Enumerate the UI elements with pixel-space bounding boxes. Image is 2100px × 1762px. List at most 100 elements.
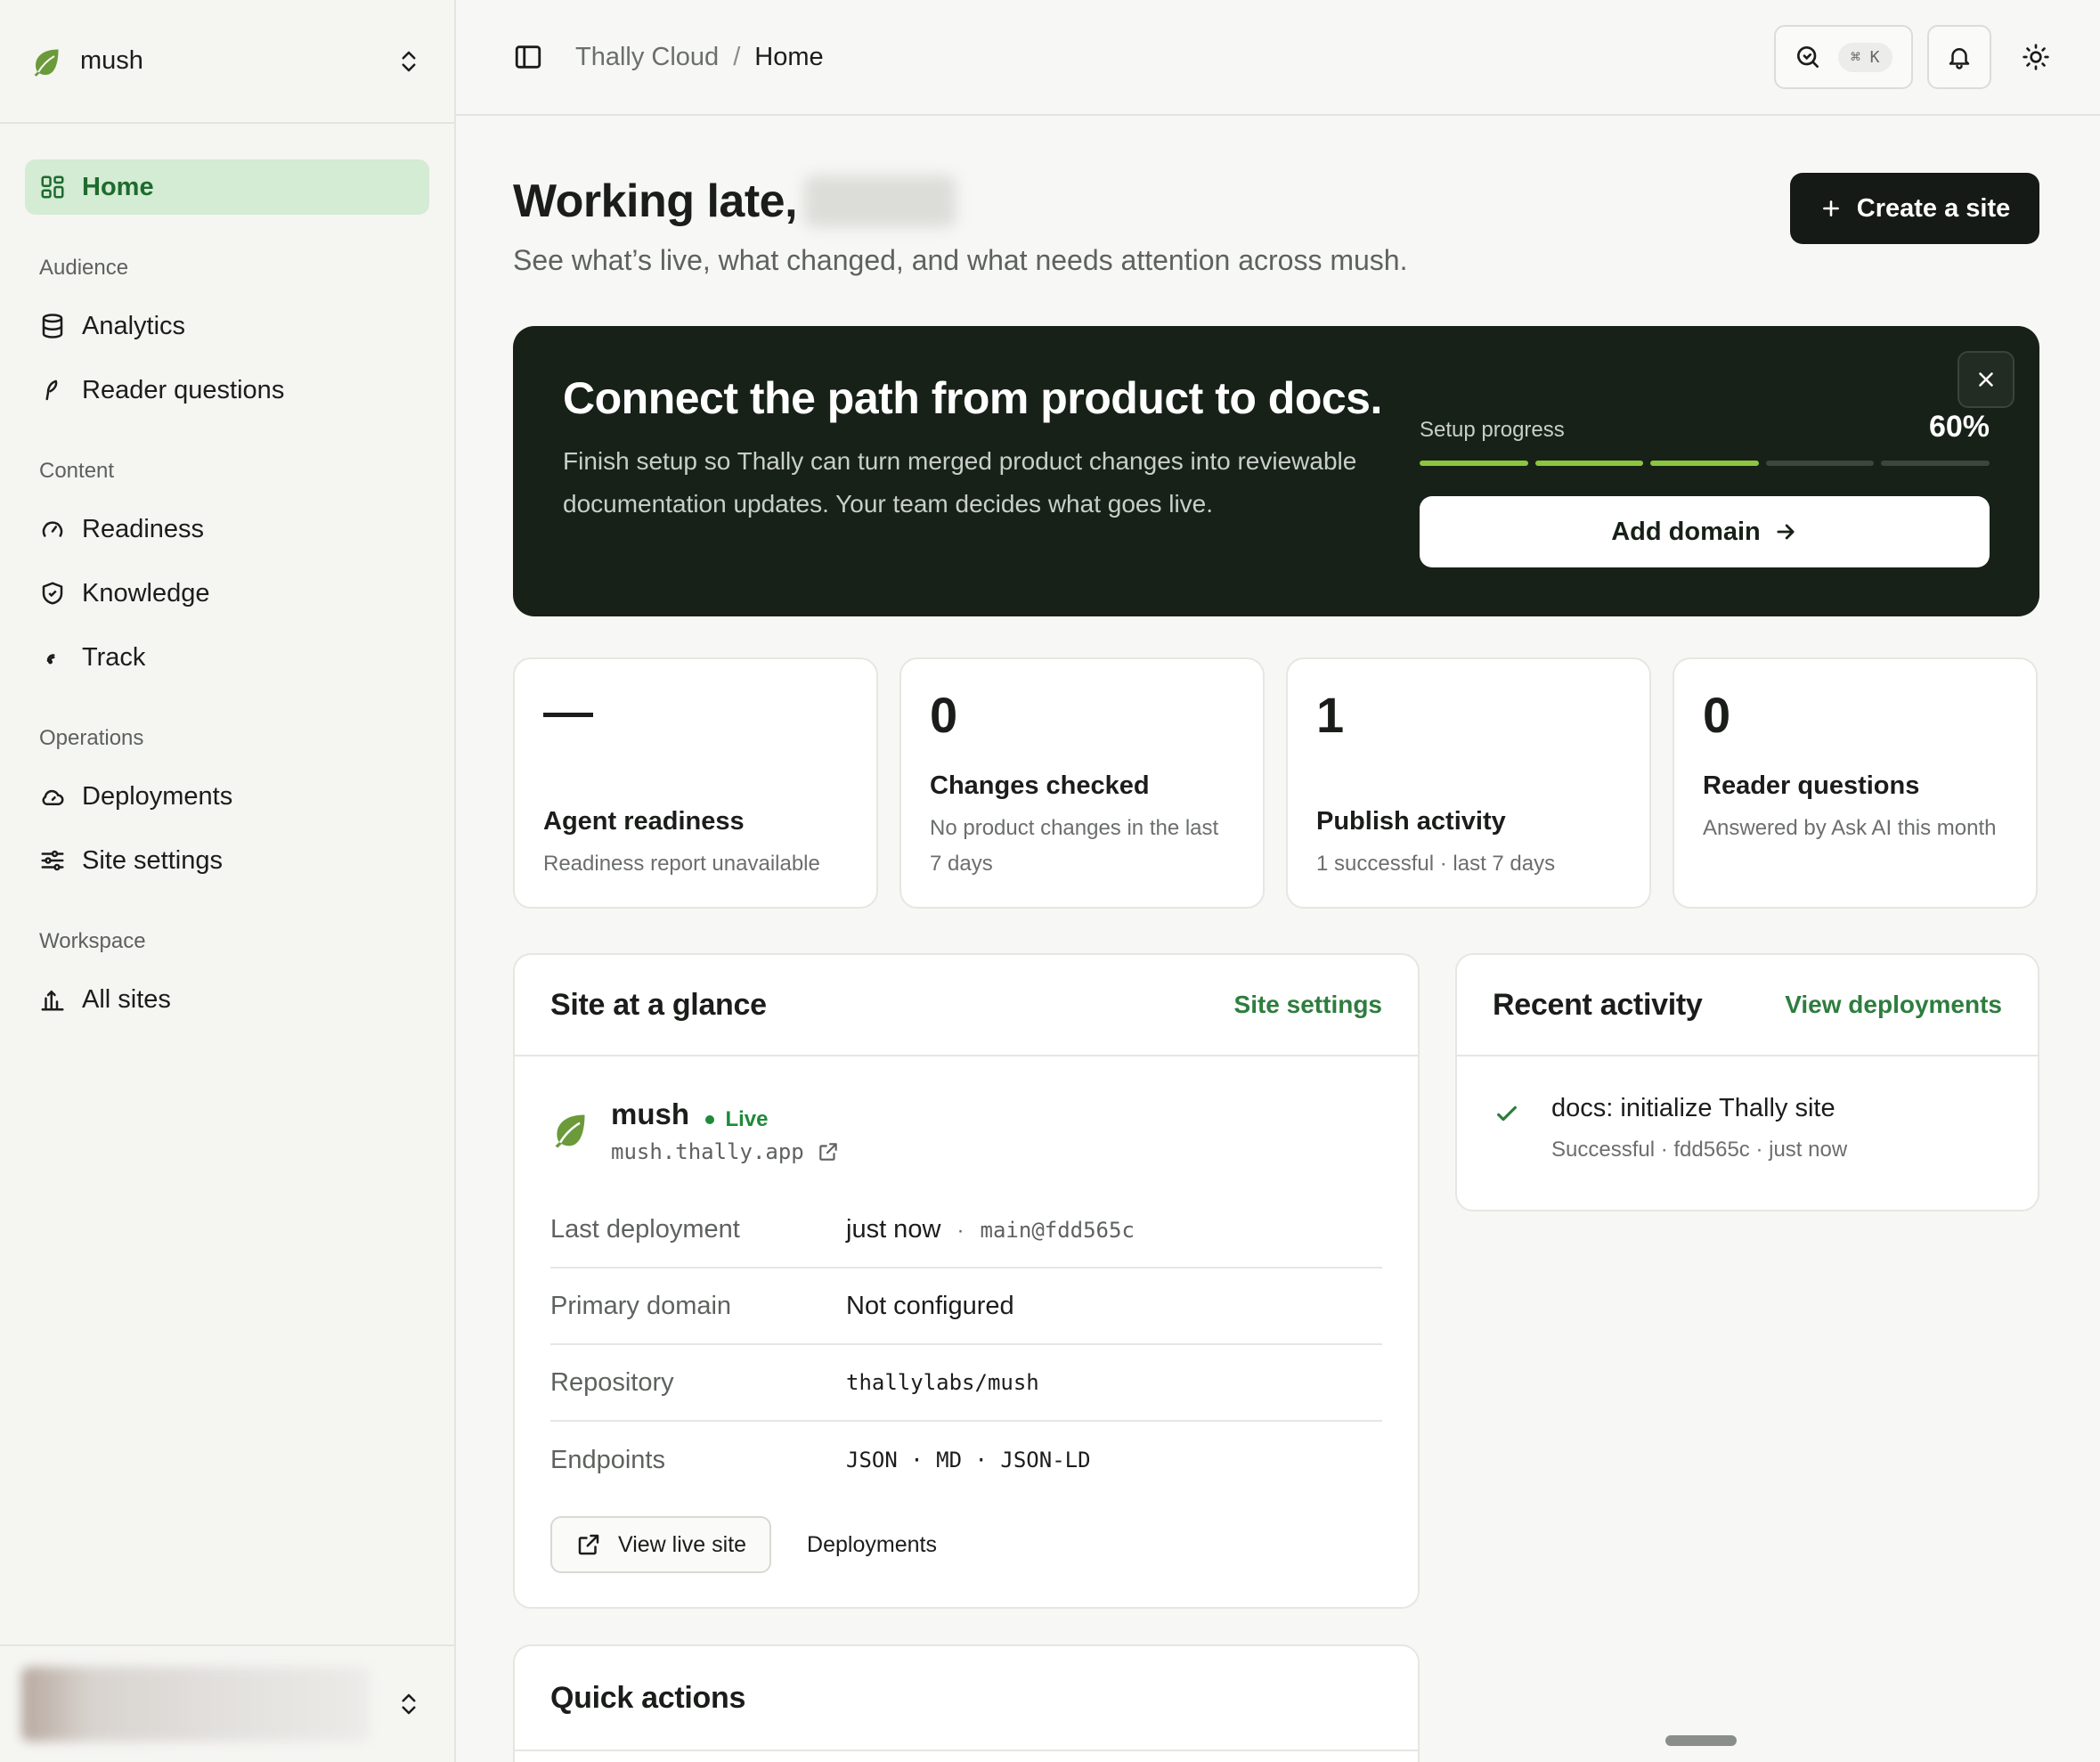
stat-card-reader-questions[interactable]: 0 Reader questions Answered by Ask AI th… xyxy=(1673,657,2038,909)
progress-segment xyxy=(1650,461,1759,466)
detail-key: Last deployment xyxy=(550,1214,740,1244)
top-bar: Thally Cloud / Home ⌘ K xyxy=(456,0,2100,116)
create-site-button[interactable]: Create a site xyxy=(1790,173,2039,244)
banner-title: Connect the path from product to docs. xyxy=(563,373,1382,423)
top-actions: ⌘ K xyxy=(1774,25,2068,89)
site-summary: mush Live mush.thally.app xyxy=(550,1097,840,1164)
detail-row-endpoints: Endpoints JSON · MD · JSON-LD xyxy=(550,1422,1382,1498)
site-at-a-glance-card: Site at a glance Site settings mush Live… xyxy=(513,953,1420,1609)
detail-value[interactable]: thallylabs/mush xyxy=(846,1370,1039,1395)
sidebar-item-label: Readiness xyxy=(82,514,205,543)
add-domain-button[interactable]: Add domain xyxy=(1420,496,1990,567)
scroll-indicator[interactable] xyxy=(1665,1735,1737,1746)
recent-activity-card: Recent activity View deployments docs: i… xyxy=(1455,953,2039,1211)
view-live-site-button[interactable]: View live site xyxy=(550,1516,772,1573)
account-switcher[interactable] xyxy=(0,1644,454,1762)
detail-key: Repository xyxy=(550,1367,674,1397)
activity-subtitle: Successful · fdd565c · just now xyxy=(1551,1138,1848,1162)
site-url-link[interactable]: mush.thally.app xyxy=(611,1139,840,1164)
avatar xyxy=(21,1667,369,1742)
sidebar-item-track[interactable]: Track xyxy=(25,630,429,685)
stat-title: Agent readiness xyxy=(543,807,745,836)
dismiss-banner-button[interactable] xyxy=(1958,351,2015,408)
cloud-gauge-icon xyxy=(42,789,64,805)
search-button[interactable]: ⌘ K xyxy=(1774,25,1913,89)
chevron-up-down-icon xyxy=(402,1693,416,1715)
page-title: Working late, xyxy=(513,175,798,227)
sidebar-item-all-sites[interactable]: All sites xyxy=(25,972,429,1027)
progress-segment xyxy=(1881,461,1990,466)
banner-body: Finish setup so Thally can turn merged p… xyxy=(563,447,1357,518)
stat-card-changes-checked[interactable]: 0 Changes checked No product changes in … xyxy=(899,657,1265,909)
sidebar-nav: Home Audience Analytics Reader questions… xyxy=(0,124,454,1027)
bar-chart-icon xyxy=(41,990,64,1011)
create-site-label: Create a site xyxy=(1856,193,2011,223)
external-link-icon xyxy=(819,1143,837,1161)
sidebar-item-knowledge[interactable]: Knowledge xyxy=(25,566,429,621)
detail-row-primary-domain: Primary domain Not configured xyxy=(550,1268,1382,1345)
check-icon xyxy=(1497,1105,1517,1122)
workspace-switcher[interactable]: mush xyxy=(0,0,454,124)
site-settings-link[interactable]: Site settings xyxy=(1234,991,1382,1019)
gauge-icon xyxy=(42,521,63,537)
stat-value: 0 xyxy=(930,687,958,743)
stat-card-agent-readiness[interactable]: Agent readiness Readiness report unavail… xyxy=(513,657,878,909)
stat-card-publish-activity[interactable]: 1 Publish activity 1 successful · last 7… xyxy=(1286,657,1651,909)
site-url: mush.thally.app xyxy=(611,1139,804,1164)
setup-progress-percent: 60% xyxy=(1928,410,1990,444)
stat-title: Changes checked xyxy=(930,771,1150,800)
section-label-content: Content xyxy=(39,459,115,483)
bell-icon xyxy=(1949,48,1970,69)
card-title: Quick actions xyxy=(550,1680,746,1715)
section-label-workspace: Workspace xyxy=(39,929,146,953)
stats-row: Agent readiness Readiness report unavail… xyxy=(513,657,2039,909)
glance-actions: View live site Deployments xyxy=(550,1516,937,1573)
view-deployments-link[interactable]: View deployments xyxy=(1785,991,2002,1019)
sidebar-item-label: Knowledge xyxy=(82,578,210,608)
theme-toggle-button[interactable] xyxy=(2004,25,2068,89)
site-name: mush xyxy=(611,1097,690,1130)
sidebar-item-label: All sites xyxy=(82,984,171,1014)
section-label-audience: Audience xyxy=(39,256,129,280)
greeting: Working late, xyxy=(513,175,956,228)
sidebar-item-deployments[interactable]: Deployments xyxy=(25,769,429,824)
close-icon xyxy=(1979,372,1993,387)
sidebar-item-reader-questions[interactable]: Reader questions xyxy=(25,363,429,418)
notifications-button[interactable] xyxy=(1927,25,1991,89)
signal-icon xyxy=(46,654,55,665)
card-title: Recent activity xyxy=(1493,987,1703,1022)
stat-empty-dash xyxy=(543,713,593,717)
sidebar-item-label: Analytics xyxy=(82,311,186,340)
card-title: Site at a glance xyxy=(550,987,767,1022)
feather-icon xyxy=(45,379,58,401)
sidebar-item-label: Site settings xyxy=(82,845,223,875)
stat-value: 0 xyxy=(1703,687,1731,743)
deployments-button[interactable]: Deployments xyxy=(807,1532,937,1558)
arrow-right-icon xyxy=(1777,524,1795,540)
dashboard-icon xyxy=(41,175,64,199)
sidebar-toggle-icon[interactable] xyxy=(513,42,543,72)
sidebar-item-home[interactable]: Home xyxy=(25,159,429,215)
breadcrumb-current: Home xyxy=(754,42,824,71)
plus-icon xyxy=(1822,200,1839,216)
status-badge: Live xyxy=(705,1107,769,1132)
stat-title: Reader questions xyxy=(1703,771,1920,800)
sidebar-item-label: Home xyxy=(82,172,154,201)
progress-segment xyxy=(1534,461,1644,466)
breadcrumb-separator: / xyxy=(733,42,741,71)
detail-value: just now · main@fdd565c xyxy=(846,1215,1135,1244)
sliders-icon xyxy=(41,850,64,871)
stat-desc: 1 successful · last 7 days xyxy=(1316,852,1556,876)
setup-progress-label: Setup progress xyxy=(1420,418,1565,442)
sidebar-item-readiness[interactable]: Readiness xyxy=(25,502,429,557)
activity-item[interactable]: docs: initialize Thally site Successful … xyxy=(1493,1094,1847,1162)
sidebar-item-analytics[interactable]: Analytics xyxy=(25,298,429,354)
sun-icon xyxy=(2023,44,2049,70)
setup-banner: Connect the path from product to docs. F… xyxy=(513,326,2039,616)
detail-value: JSON · MD · JSON-LD xyxy=(846,1448,1091,1472)
sidebar-item-site-settings[interactable]: Site settings xyxy=(25,833,429,888)
breadcrumb-root[interactable]: Thally Cloud xyxy=(575,43,719,72)
page-subtitle: See what’s live, what changed, and what … xyxy=(513,244,1408,276)
sidebar-item-label: Reader questions xyxy=(82,375,285,404)
stat-title: Publish activity xyxy=(1316,807,1506,836)
